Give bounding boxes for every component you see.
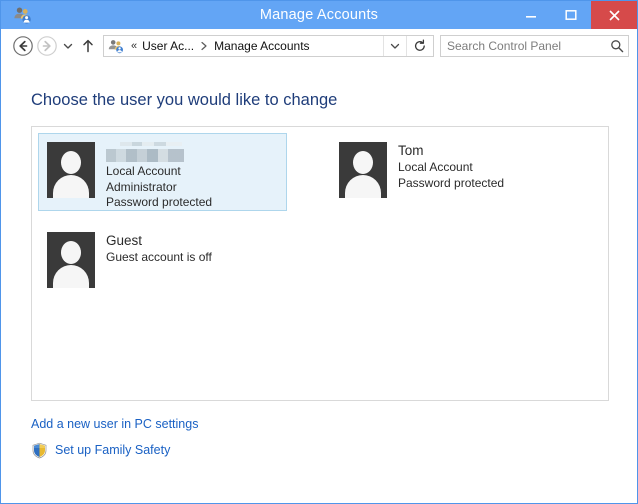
up-button[interactable]: [77, 34, 99, 58]
user-accounts-icon: [107, 38, 125, 54]
search-input[interactable]: [441, 38, 606, 53]
avatar: [47, 142, 95, 198]
minimize-button[interactable]: [511, 1, 551, 29]
breadcrumb-overflow[interactable]: «: [128, 40, 140, 52]
recent-pages-button[interactable]: [59, 34, 77, 58]
close-button[interactable]: [591, 1, 637, 29]
maximize-icon: [565, 10, 577, 20]
content-area: Choose the user you would like to change…: [1, 63, 637, 503]
account-info: Tom Local Account Password protected: [398, 141, 504, 191]
account-name: Guest: [106, 233, 143, 248]
uac-shield-icon: [31, 442, 48, 459]
account-tile-tom[interactable]: Tom Local Account Password protected: [330, 133, 579, 211]
link-label[interactable]: Set up Family Safety: [55, 443, 170, 457]
footer-links: Add a new user in PC settings Set up Fam…: [31, 413, 198, 461]
back-arrow-icon: [13, 35, 33, 56]
link-add-new-user[interactable]: Add a new user in PC settings: [31, 413, 198, 435]
minimize-icon: [526, 16, 536, 18]
maximize-button[interactable]: [551, 1, 591, 29]
account-info: Guest Guest account is off: [106, 231, 212, 266]
accounts-panel: Local Account Administrator Password pro…: [31, 126, 609, 401]
account-name-redaction-top: [120, 142, 182, 146]
account-type: Local Account: [106, 164, 181, 178]
page-title: Choose the user you would like to change: [31, 91, 338, 109]
breadcrumb-separator-icon[interactable]: [196, 41, 212, 51]
manage-accounts-window: Manage Accounts « User Ac... Manage Acco…: [0, 0, 638, 504]
title-bar[interactable]: Manage Accounts: [1, 1, 637, 29]
account-tile-guest[interactable]: Guest Guest account is off: [38, 223, 287, 301]
chevron-down-icon: [390, 43, 400, 49]
search-icon[interactable]: [606, 39, 628, 53]
account-info: Local Account Administrator Password pro…: [106, 141, 212, 211]
link-set-up-family-safety[interactable]: Set up Family Safety: [31, 439, 198, 461]
accounts-list: Local Account Administrator Password pro…: [32, 127, 608, 400]
account-type: Local Account: [398, 160, 473, 174]
refresh-icon: [414, 39, 425, 51]
account-name-redacted: [106, 149, 184, 162]
account-tile-selected[interactable]: Local Account Administrator Password pro…: [38, 133, 287, 211]
account-name: Tom: [398, 143, 424, 158]
chevron-down-icon: [63, 43, 73, 49]
avatar: [47, 232, 95, 288]
breadcrumb-item-user-accounts[interactable]: User Ac...: [140, 39, 196, 53]
address-dropdown-button[interactable]: [383, 35, 406, 56]
up-arrow-icon: [83, 39, 93, 52]
breadcrumb-item-manage-accounts[interactable]: Manage Accounts: [212, 39, 311, 53]
link-label[interactable]: Add a new user in PC settings: [31, 417, 198, 431]
search-box[interactable]: [440, 34, 629, 57]
forward-arrow-icon: [37, 35, 57, 56]
navigation-toolbar: « User Ac... Manage Accounts: [1, 29, 637, 63]
account-role: Administrator: [106, 179, 177, 194]
refresh-button[interactable]: [406, 35, 433, 56]
window-controls: [511, 1, 637, 29]
avatar: [339, 142, 387, 198]
close-icon: [608, 9, 620, 21]
forward-button[interactable]: [35, 34, 59, 58]
address-bar[interactable]: « User Ac... Manage Accounts: [103, 34, 434, 57]
account-password-status: Password protected: [398, 175, 505, 190]
account-status: Guest account is off: [106, 250, 212, 264]
back-button[interactable]: [11, 34, 35, 58]
account-password-status: Password protected: [106, 195, 213, 209]
